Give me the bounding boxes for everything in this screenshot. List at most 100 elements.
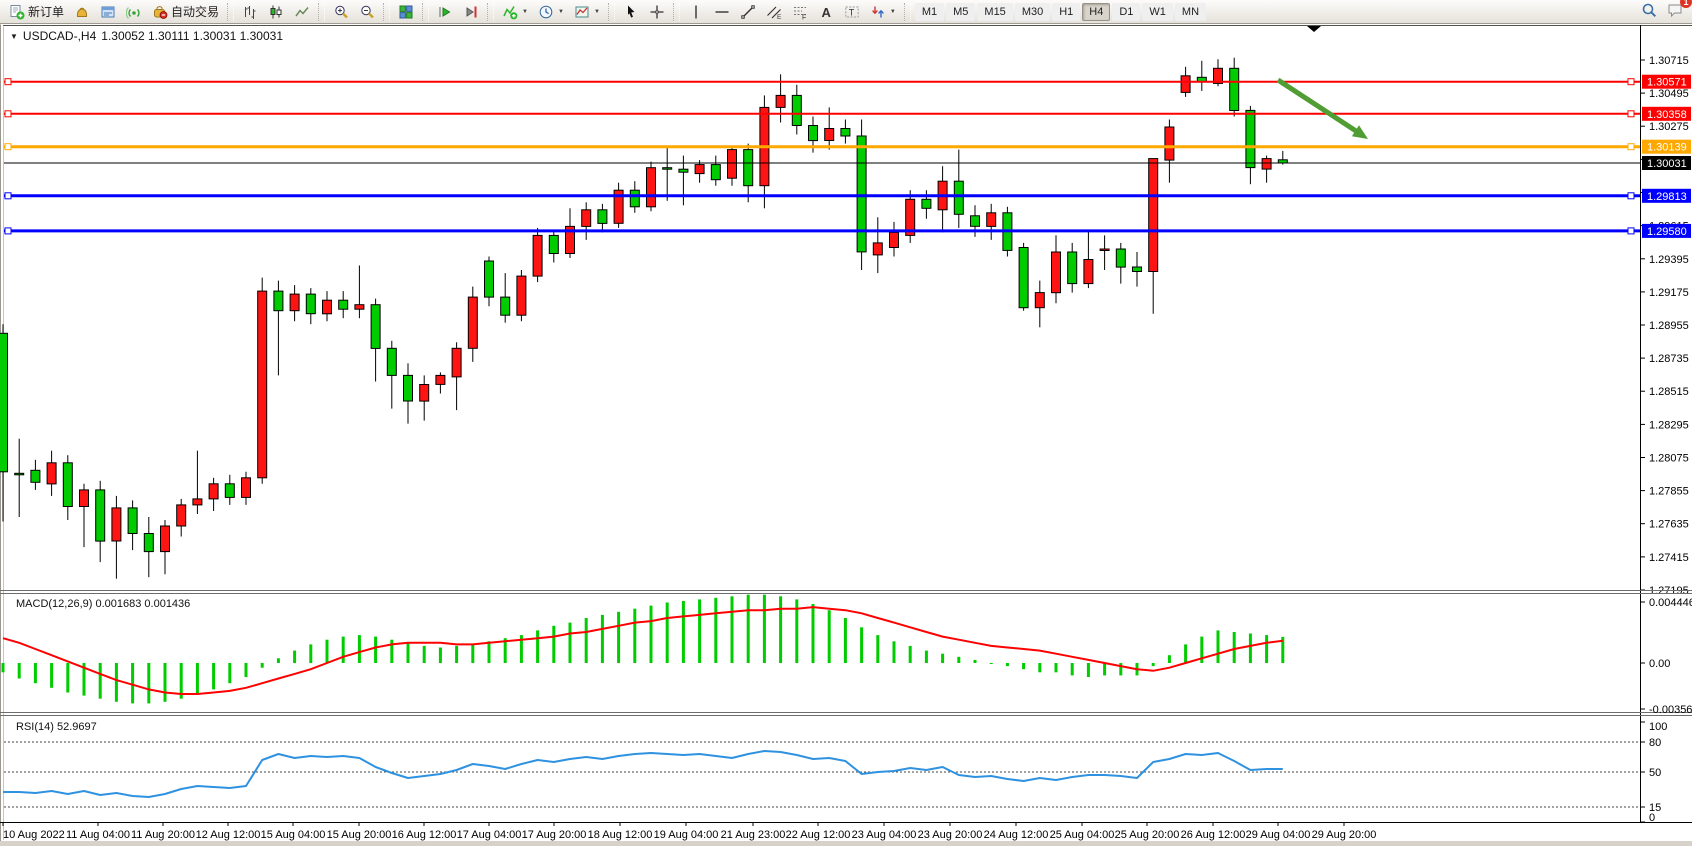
periods-button[interactable]: ▼ — [534, 2, 568, 22]
toolbar-separator — [422, 3, 429, 21]
line-chart-icon — [294, 4, 310, 20]
time-tick-label: 25 Aug 04:00 — [1050, 829, 1115, 841]
tile-windows-button[interactable] — [394, 2, 418, 22]
svg-text:A: A — [821, 5, 831, 20]
timeframe-mn-button[interactable]: MN — [1175, 3, 1206, 21]
hline-icon — [714, 4, 730, 20]
toolbar-separator — [487, 3, 494, 21]
new-order-icon — [9, 4, 25, 20]
svg-text:0.004446: 0.004446 — [1649, 597, 1692, 609]
chevron-down-icon: ▼ — [558, 9, 564, 15]
time-tick-label: 17 Aug 20:00 — [522, 829, 587, 841]
time-tick-label: 22 Aug 12:00 — [786, 829, 851, 841]
label-icon: T — [844, 4, 860, 20]
price-line-label: 1.30139 — [1642, 140, 1691, 154]
line-chart-button[interactable] — [290, 2, 314, 22]
crosshair-button[interactable] — [645, 2, 669, 22]
auto-scroll-icon — [437, 4, 453, 20]
chart-shift-icon — [463, 4, 479, 20]
price-line-label: 1.30571 — [1642, 75, 1691, 89]
toolbar-left-groups: 新订单 自动交易 ▼ ▼ ▼ E F A T ▼ M1M5M15M30H1H4D1W1MN — [4, 2, 1207, 22]
price-tick-label: 1.28735 — [1649, 353, 1689, 365]
price-tick-label: 1.28515 — [1649, 386, 1689, 398]
svg-text:F: F — [802, 14, 806, 20]
autotrade-button[interactable]: 自动交易 — [148, 2, 223, 22]
price-tick-label: 1.30715 — [1649, 55, 1689, 67]
bar-chart-button[interactable] — [238, 2, 262, 22]
chevron-down-icon: ▼ — [522, 9, 528, 15]
auto-scroll-button[interactable] — [433, 2, 457, 22]
horizontal-line-button[interactable] — [710, 2, 734, 22]
price-tick-label: 1.27855 — [1649, 486, 1689, 498]
autotrade-button-label: 自动交易 — [171, 3, 219, 20]
price-tick-label: 1.30495 — [1649, 88, 1689, 100]
vertical-line-button[interactable] — [684, 2, 708, 22]
svg-text:50: 50 — [1649, 767, 1661, 779]
tile-windows-icon — [398, 4, 414, 20]
time-tick-label: 25 Aug 20:00 — [1115, 829, 1180, 841]
candlestick-chart-icon — [268, 4, 284, 20]
templates-button[interactable]: ▼ — [570, 2, 604, 22]
vline-icon — [688, 4, 704, 20]
search-button[interactable] — [1637, 0, 1661, 20]
fibonacci-icon: F — [792, 4, 808, 20]
toolbar-separator — [904, 3, 911, 21]
equidistant-channel-button[interactable]: E — [762, 2, 786, 22]
candlestick-chart-button[interactable] — [264, 2, 288, 22]
timeframe-m1-button[interactable]: M1 — [915, 3, 944, 21]
timeframe-m5-button[interactable]: M5 — [946, 3, 975, 21]
text-label-button[interactable]: T — [840, 2, 864, 22]
arrows-button[interactable]: ▼ — [866, 2, 900, 22]
time-tick-label: 29 Aug 04:00 — [1246, 829, 1311, 841]
crosshair-icon — [649, 4, 665, 20]
toolbar-separator — [673, 3, 680, 21]
time-tick-label: 15 Aug 04:00 — [261, 829, 326, 841]
price-tick-label: 1.28295 — [1649, 419, 1689, 431]
market-watch-button[interactable] — [70, 2, 94, 22]
zoom-in-button[interactable] — [329, 2, 353, 22]
toolbar-right-group: 1 — [1636, 0, 1688, 23]
signals-button[interactable] — [122, 2, 146, 22]
market-watch-icon — [74, 4, 90, 20]
timeframe-h1-button[interactable]: H1 — [1052, 3, 1080, 21]
price-line-label: 1.30358 — [1642, 107, 1691, 121]
trendline-button[interactable] — [736, 2, 760, 22]
timeframe-h4-button[interactable]: H4 — [1082, 3, 1110, 21]
notification-badge: 1 — [1680, 0, 1692, 8]
price-line-label: 1.30031 — [1642, 156, 1691, 170]
chart-shift-button[interactable] — [459, 2, 483, 22]
timeframe-d1-button[interactable]: D1 — [1112, 3, 1140, 21]
svg-text:0.00: 0.00 — [1649, 658, 1670, 670]
text-button[interactable]: A — [814, 2, 838, 22]
new-order-button[interactable]: 新订单 — [5, 2, 68, 22]
fibonacci-button[interactable]: F — [788, 2, 812, 22]
zoom-out-button[interactable] — [355, 2, 379, 22]
time-tick-label: 10 Aug 2022 — [3, 829, 65, 841]
bar-chart-icon — [242, 4, 258, 20]
indicators-button[interactable]: ▼ — [498, 2, 532, 22]
timeframe-m15-button[interactable]: M15 — [977, 3, 1012, 21]
zoom-in-icon — [333, 4, 349, 20]
chart-canvas[interactable]: 1.307151.304951.302751.300551.298351.296… — [0, 0, 1692, 846]
trendline-icon — [740, 4, 756, 20]
cursor-button[interactable] — [619, 2, 643, 22]
time-tick-label: 21 Aug 23:00 — [721, 829, 786, 841]
navigator-button[interactable] — [96, 2, 120, 22]
svg-text:1.29580: 1.29580 — [1647, 226, 1687, 238]
timeframe-w1-button[interactable]: W1 — [1142, 3, 1173, 21]
navigator-icon — [100, 4, 116, 20]
chevron-down-icon: ▼ — [594, 9, 600, 15]
chart-ohlc-values: 1.30052 1.30111 1.30031 1.30031 — [101, 29, 283, 43]
timeframe-m30-button[interactable]: M30 — [1015, 3, 1050, 21]
time-tick-label: 23 Aug 04:00 — [852, 829, 917, 841]
channel-icon: E — [766, 4, 782, 20]
time-tick-label: 19 Aug 04:00 — [654, 829, 719, 841]
time-tick-label: 12 Aug 12:00 — [196, 829, 261, 841]
svg-text:T: T — [849, 7, 855, 17]
time-tick-label: 26 Aug 12:00 — [1181, 829, 1246, 841]
collapse-icon[interactable]: ▼ — [10, 32, 18, 41]
mt4-window: 新订单 自动交易 ▼ ▼ ▼ E F A T ▼ M1M5M15M30H1H4D1W1MN 1 1.… — [0, 0, 1692, 846]
time-tick-label: 11 Aug 04:00 — [66, 829, 130, 841]
price-tick-label: 1.27415 — [1649, 552, 1689, 564]
time-tick-label: 23 Aug 20:00 — [918, 829, 983, 841]
